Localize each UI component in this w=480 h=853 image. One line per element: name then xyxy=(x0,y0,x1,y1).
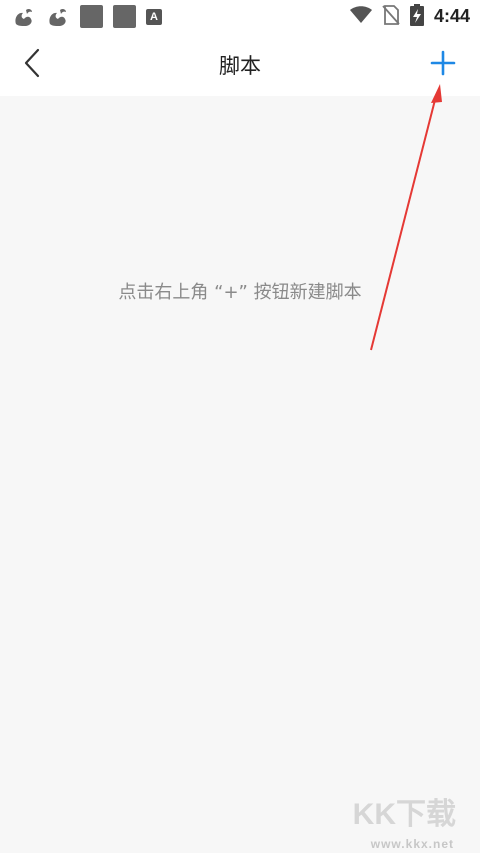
plus-icon xyxy=(430,50,456,80)
no-sim-icon xyxy=(382,4,400,29)
battery-charging-icon xyxy=(409,3,424,30)
add-script-button[interactable] xyxy=(426,48,460,82)
status-bar: A 4:44 xyxy=(0,0,480,33)
empty-hint-text: 点击右上角 “+” 按钮新建脚本 xyxy=(118,282,362,303)
app-bar: 脚本 xyxy=(0,33,480,96)
status-time: 4:44 xyxy=(433,6,470,26)
watermark-logo: KK下载 xyxy=(352,798,456,831)
wifi-icon xyxy=(349,5,372,28)
page-title: 脚本 xyxy=(219,53,261,78)
squirrel-icon xyxy=(46,6,70,28)
back-button[interactable] xyxy=(16,47,48,83)
script-list-empty: 点击右上角 “+” 按钮新建脚本 xyxy=(0,96,480,853)
status-left-icons: A xyxy=(12,5,172,28)
a-letter-icon: A xyxy=(146,8,162,25)
status-right-icons: 4:44 xyxy=(340,3,470,30)
gray-square-icon xyxy=(80,5,103,28)
watermark-url: www.kkx.net xyxy=(370,837,454,851)
gray-square-icon xyxy=(113,5,136,28)
chevron-left-icon xyxy=(22,48,42,82)
squirrel-icon xyxy=(12,6,36,28)
